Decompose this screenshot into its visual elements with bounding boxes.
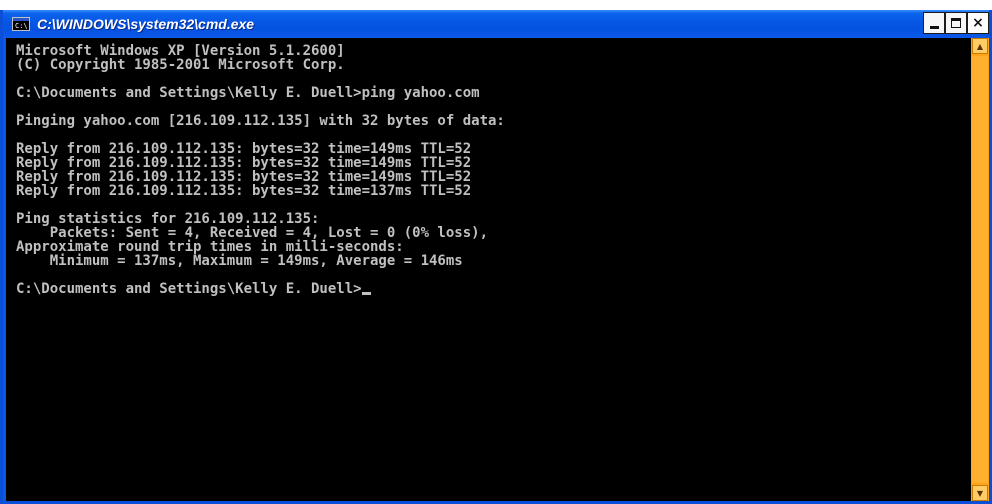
minimize-icon [929,25,939,29]
scroll-down-button[interactable]: ▼ [972,485,988,501]
console-output[interactable]: Microsoft Windows XP [Version 5.1.2600](… [6,38,971,501]
scrollbar-track[interactable] [972,56,988,483]
close-button[interactable]: × [967,12,989,34]
scroll-down-arrow-icon: ▼ [976,488,984,498]
close-icon: × [972,15,984,31]
minimize-button[interactable] [923,12,945,34]
console-line: Packets: Sent = 4, Received = 4, Lost = … [16,225,489,241]
console-line: C:\Documents and Settings\Kelly E. Duell… [16,85,480,101]
console-line: Reply from 216.109.112.135: bytes=32 tim… [16,183,472,199]
console-line: Reply from 216.109.112.135: bytes=32 tim… [16,155,472,171]
console-line: Microsoft Windows XP [Version 5.1.2600] [16,43,345,59]
console-text: Microsoft Windows XP [Version 5.1.2600](… [6,38,971,296]
maximize-icon [951,18,961,28]
console-line: Ping statistics for 216.109.112.135: [16,211,320,227]
text-cursor [361,292,371,295]
console-line: (C) Copyright 1985-2001 Microsoft Corp. [16,57,345,73]
console-line: Minimum = 137ms, Maximum = 149ms, Averag… [16,253,463,269]
console-line: Pinging yahoo.com [216.109.112.135] with… [16,113,505,129]
window-title: C:\WINDOWS\system32\cmd.exe [37,16,255,32]
scroll-up-button[interactable]: ▲ [972,38,988,54]
title-bar[interactable]: C:\ C:\WINDOWS\system32\cmd.exe × [3,10,989,38]
vertical-scrollbar[interactable]: ▲ ▼ [971,38,989,501]
console-line: C:\Documents and Settings\Kelly E. Duell… [16,282,971,296]
maximize-button[interactable] [945,12,967,34]
cmd-icon[interactable]: C:\ [12,17,30,31]
console-line: Reply from 216.109.112.135: bytes=32 tim… [16,169,472,185]
scroll-up-arrow-icon: ▲ [976,41,984,51]
console-line: Reply from 216.109.112.135: bytes=32 tim… [16,141,472,157]
window-controls: × [923,12,989,34]
cmd-window: C:\ C:\WINDOWS\system32\cmd.exe × Micros… [0,10,992,504]
console-line: Approximate round trip times in milli-se… [16,239,404,255]
